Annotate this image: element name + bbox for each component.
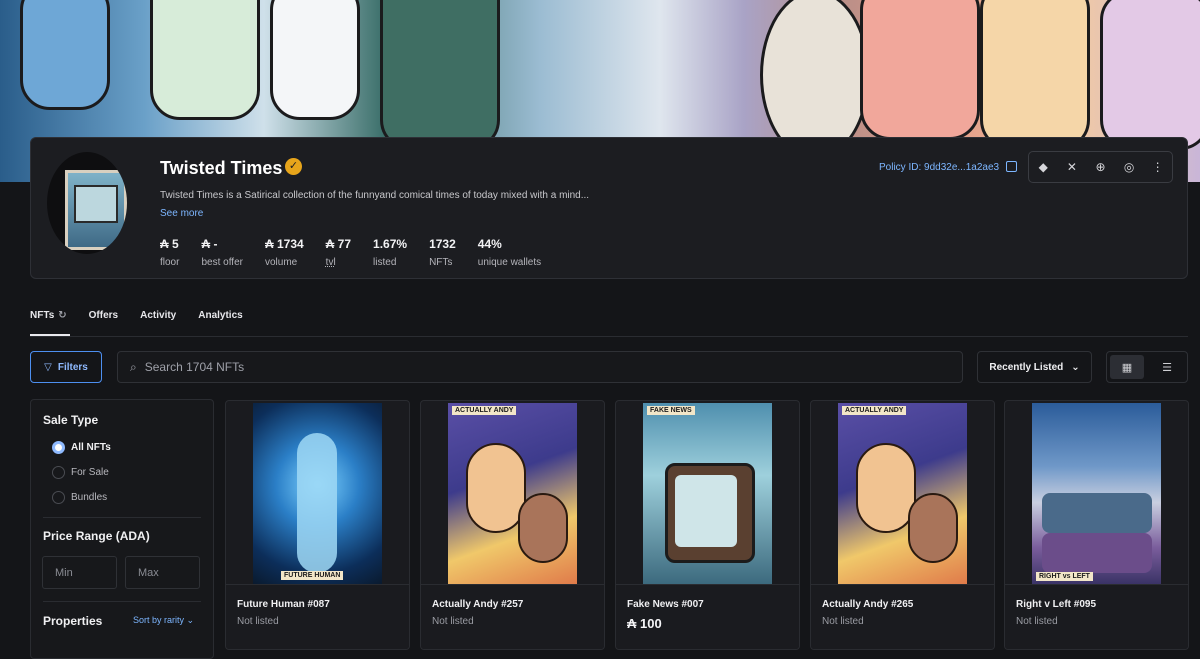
properties-heading: Properties	[43, 614, 103, 628]
nft-image: ACTUALLY ANDY	[838, 403, 967, 584]
stat-best-offer: ₳ - best offer	[201, 237, 243, 268]
sale-option-for-sale[interactable]: For Sale	[52, 466, 109, 479]
discord-icon[interactable]: ◆	[1029, 160, 1058, 174]
tab-offers[interactable]: Offers	[89, 310, 118, 321]
collection-header: Twisted Times ✓ Twisted Times is a Satir…	[30, 137, 1188, 279]
radio-icon	[52, 491, 65, 504]
banner-figure	[860, 0, 980, 140]
price-max-input[interactable]: Max	[125, 556, 200, 589]
list-view-icon[interactable]: ☰	[1150, 355, 1184, 379]
sale-option-bundles[interactable]: Bundles	[52, 491, 107, 504]
verified-badge-icon: ✓	[285, 158, 302, 175]
collection-avatar	[47, 152, 127, 254]
art-label: FUTURE HUMAN	[281, 571, 344, 580]
collection-tabs: NFTs ↻ Offers Activity Analytics	[30, 310, 265, 321]
tab-nfts[interactable]: NFTs ↻	[30, 310, 67, 321]
nft-image: ACTUALLY ANDY	[448, 403, 577, 584]
chevron-down-icon: ⌄	[1071, 361, 1080, 373]
collection-description: Twisted Times is a Satirical collection …	[160, 190, 590, 201]
banner-figure	[270, 0, 360, 120]
nft-name: Future Human #087	[237, 599, 330, 610]
filter-icon: ▽	[44, 361, 52, 373]
banner-figure	[760, 0, 870, 160]
grid-view-icon[interactable]: ▦	[1110, 355, 1144, 379]
copy-icon[interactable]	[1006, 161, 1017, 172]
nft-name: Actually Andy #265	[822, 599, 914, 610]
nft-price: ₳ 100	[627, 616, 662, 631]
nft-card[interactable]: FAKE NEWS Fake News #007 ₳ 100	[615, 400, 800, 650]
banner-figure	[380, 0, 500, 150]
banner-figure	[980, 0, 1090, 150]
nft-image: RIGHT vs LEFT	[1032, 403, 1161, 584]
art-label: ACTUALLY ANDY	[842, 406, 907, 415]
collection-title: Twisted Times	[160, 158, 283, 178]
nft-card[interactable]: ACTUALLY ANDY Actually Andy #257 Not lis…	[420, 400, 605, 650]
x-twitter-icon[interactable]: ✕	[1058, 160, 1087, 174]
banner-figure	[20, 0, 110, 110]
globe-icon[interactable]: ⊕	[1086, 160, 1115, 174]
sidebar-divider	[43, 601, 201, 602]
see-more-link[interactable]: See more	[160, 208, 203, 219]
sort-by-rarity-dropdown[interactable]: Sort by rarity ⌄	[133, 615, 194, 626]
listing-status: Not listed	[432, 616, 474, 627]
instagram-icon[interactable]: ◎	[1115, 160, 1144, 174]
stat-floor: ₳ 5 floor	[160, 237, 180, 268]
nft-card[interactable]: ACTUALLY ANDY Actually Andy #265 Not lis…	[810, 400, 995, 650]
nft-card[interactable]: FUTURE HUMAN Future Human #087 Not liste…	[225, 400, 410, 650]
nft-name: Actually Andy #257	[432, 599, 524, 610]
tab-divider	[30, 336, 1188, 337]
tab-activity[interactable]: Activity	[140, 310, 176, 321]
stat-volume: ₳ 1734 volume	[264, 237, 304, 268]
sale-type-heading: Sale Type	[43, 413, 99, 427]
search-box: ⌕	[117, 351, 963, 383]
sidebar-divider	[43, 517, 201, 518]
tab-analytics[interactable]: Analytics	[198, 310, 242, 321]
search-input[interactable]	[144, 360, 925, 374]
sort-dropdown[interactable]: Recently Listed ⌄	[977, 351, 1092, 383]
listing-status: Not listed	[237, 616, 279, 627]
banner-figure	[150, 0, 260, 120]
policy-id[interactable]: Policy ID: 9dd32e...1a2ae3	[879, 162, 999, 173]
nft-image: FAKE NEWS	[643, 403, 772, 584]
stat-tvl[interactable]: ₳ 77 tvl	[326, 237, 351, 268]
art-label: ACTUALLY ANDY	[452, 406, 517, 415]
art-label: FAKE NEWS	[647, 406, 695, 415]
price-min-input[interactable]: Min	[42, 556, 117, 589]
filters-button[interactable]: ▽ Filters	[30, 351, 102, 383]
listing-status: Not listed	[1016, 616, 1058, 627]
price-range-heading: Price Range (ADA)	[43, 529, 150, 543]
nft-name: Right v Left #095	[1016, 599, 1097, 610]
search-icon: ⌕	[130, 359, 137, 374]
refresh-icon[interactable]: ↻	[58, 310, 66, 321]
filter-sidebar: Sale Type All NFTs For Sale Bundles Pric…	[30, 399, 214, 659]
nft-card[interactable]: RIGHT vs LEFT Right v Left #095 Not list…	[1004, 400, 1189, 650]
stat-unique-wallets: 44% unique wallets	[477, 237, 542, 268]
sale-option-all[interactable]: All NFTs	[52, 441, 111, 454]
nft-name: Fake News #007	[627, 599, 704, 610]
tv-artwork	[65, 170, 127, 250]
stat-listed: 1.67% listed	[373, 237, 408, 268]
social-links: ◆ ✕ ⊕ ◎ ⋮	[1028, 151, 1173, 183]
nft-image: FUTURE HUMAN	[253, 403, 382, 584]
more-options-icon[interactable]: ⋮	[1143, 160, 1172, 174]
art-label: RIGHT vs LEFT	[1036, 572, 1093, 581]
banner-figure	[1100, 0, 1200, 150]
radio-icon	[52, 466, 65, 479]
stat-nfts: 1732 NFTs	[429, 237, 456, 268]
listing-status: Not listed	[822, 616, 864, 627]
collection-stats: ₳ 5 floor ₳ - best offer ₳ 1734 volume ₳…	[160, 237, 563, 268]
view-toggle: ▦ ☰	[1106, 351, 1188, 383]
radio-icon	[52, 441, 65, 454]
